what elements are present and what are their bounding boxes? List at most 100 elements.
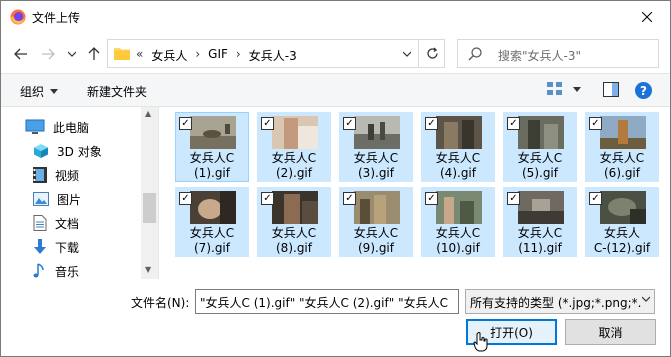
cancel-button-label: 取消 xyxy=(598,325,623,340)
file-item[interactable]: ✓ 女兵人C (5).gif xyxy=(503,112,577,182)
file-item[interactable]: ✓ 女兵人C (8).gif xyxy=(257,187,331,257)
sidebar-item-label: 下载 xyxy=(55,240,80,255)
navigation-bar: « 女兵人 › GIF › 女兵人-3 搜索"女兵人-3" xyxy=(1,33,670,73)
window-title: 文件上传 xyxy=(32,11,81,25)
selection-checkbox[interactable]: ✓ xyxy=(179,117,192,130)
sidebar-item-videos[interactable]: 视频 xyxy=(33,164,79,186)
breadcrumb-separator[interactable]: › xyxy=(195,47,200,64)
computer-icon xyxy=(25,119,45,134)
selection-checkbox[interactable]: ✓ xyxy=(589,192,602,205)
file-list: ✓ 女兵人C (1).gif ✓ 女兵人C (2).gif ✓ 女兵人C (3).gi… xyxy=(160,107,670,279)
search-input[interactable]: 搜索"女兵人-3" xyxy=(498,47,581,64)
help-button[interactable]: ? xyxy=(635,82,652,99)
close-button[interactable] xyxy=(624,1,670,33)
selection-checkbox[interactable]: ✓ xyxy=(589,117,602,130)
file-upload-dialog: 文件上传 « 女兵人 › GIF › 女兵人-3 搜索"女兵人-3" 组织 新建… xyxy=(0,0,671,357)
selection-checkbox[interactable]: ✓ xyxy=(507,192,520,205)
file-name: 女兵人C (11).gif xyxy=(517,226,563,255)
file-thumbnail xyxy=(354,191,400,224)
file-thumbnail xyxy=(600,116,646,149)
search-box[interactable]: 搜索"女兵人-3" xyxy=(457,39,659,68)
change-view-button[interactable] xyxy=(547,82,581,96)
file-item[interactable]: ✓ 女兵人C (7).gif xyxy=(175,187,249,257)
file-item[interactable]: ✓ 女兵人 C-(12).gif xyxy=(585,187,659,257)
file-type-select[interactable]: 所有支持的类型 (*.jpg;*.png;*. xyxy=(465,289,655,314)
selection-checkbox[interactable]: ✓ xyxy=(425,117,438,130)
filename-label: 文件名(N): xyxy=(131,296,190,310)
file-item[interactable]: ✓ 女兵人C (4).gif xyxy=(421,112,495,182)
chevron-down-icon xyxy=(68,51,76,57)
back-button[interactable] xyxy=(10,43,32,65)
selection-checkbox[interactable]: ✓ xyxy=(425,192,438,205)
scroll-up-icon[interactable]: ▲ xyxy=(145,109,151,118)
breadcrumb-item-current[interactable]: 女兵人-3 xyxy=(249,47,297,64)
file-item[interactable]: ✓ 女兵人C (3).gif xyxy=(339,112,413,182)
selection-checkbox[interactable]: ✓ xyxy=(261,117,274,130)
arrow-left-icon xyxy=(14,48,27,60)
sidebar-item-3d-objects[interactable]: 3D 对象 xyxy=(33,140,102,162)
sidebar-item-downloads[interactable]: 下载 xyxy=(33,236,79,258)
file-name: 女兵人C (7).gif xyxy=(189,226,235,255)
file-name: 女兵人C (8).gif xyxy=(271,226,317,255)
selection-checkbox[interactable]: ✓ xyxy=(343,117,356,130)
sidebar-item-label: 3D 对象 xyxy=(57,144,102,159)
up-button[interactable] xyxy=(83,43,105,65)
selection-checkbox[interactable]: ✓ xyxy=(507,117,520,130)
breadcrumb-overflow[interactable]: « xyxy=(136,47,143,64)
file-item[interactable]: ✓ 女兵人C (11).gif xyxy=(503,187,577,257)
organize-button[interactable]: 组织 xyxy=(20,83,59,100)
close-icon xyxy=(642,12,652,22)
sidebar-scrollbar[interactable]: ▲ ▼ xyxy=(141,107,158,279)
selection-checkbox[interactable]: ✓ xyxy=(261,192,274,205)
address-bar[interactable]: « 女兵人 › GIF › 女兵人-3 xyxy=(107,39,445,68)
address-history-button[interactable] xyxy=(396,40,418,67)
navigation-pane: 此电脑 3D 对象 视频 图片 文档 下载 音乐 ▲ ▼ xyxy=(1,107,159,279)
file-name: 女兵人C (10).gif xyxy=(435,226,481,255)
recent-locations-button[interactable] xyxy=(61,43,83,65)
view-options-icon xyxy=(547,82,562,95)
sidebar-item-label: 此电脑 xyxy=(53,120,90,135)
breadcrumb-separator[interactable]: › xyxy=(236,47,241,64)
file-thumbnail xyxy=(518,116,564,149)
pictures-icon xyxy=(33,192,49,206)
breadcrumb-item-women-soldiers[interactable]: 女兵人 xyxy=(151,47,187,64)
file-item[interactable]: ✓ 女兵人C (9).gif xyxy=(339,187,413,257)
selection-checkbox[interactable]: ✓ xyxy=(343,192,356,205)
arrow-right-icon xyxy=(42,48,55,60)
file-name: 女兵人C (1).gif xyxy=(189,151,235,180)
sidebar-item-documents[interactable]: 文档 xyxy=(33,212,79,234)
selection-checkbox[interactable]: ✓ xyxy=(179,192,192,205)
refresh-icon xyxy=(426,47,438,59)
scroll-down-icon[interactable]: ▼ xyxy=(145,265,151,274)
file-item[interactable]: ✓ 女兵人C (2).gif xyxy=(257,112,331,182)
folder-icon xyxy=(114,46,130,60)
file-name: 女兵人 C-(12).gif xyxy=(593,226,651,255)
caret-down-icon xyxy=(50,89,59,94)
file-item[interactable]: ✓ 女兵人C (10).gif xyxy=(421,187,495,257)
file-item[interactable]: ✓ 女兵人C (1).gif xyxy=(175,112,249,182)
scrollbar-thumb[interactable] xyxy=(143,193,156,223)
breadcrumb-item-gif[interactable]: GIF xyxy=(208,47,228,64)
file-thumbnail xyxy=(190,116,236,149)
chevron-down-icon xyxy=(403,51,411,57)
organize-label: 组织 xyxy=(20,85,45,99)
sidebar-item-music[interactable]: 音乐 xyxy=(33,260,79,282)
file-name: 女兵人C (3).gif xyxy=(353,151,399,180)
file-type-value: 所有支持的类型 (*.jpg;*.png;*. xyxy=(470,296,642,310)
new-folder-button[interactable]: 新建文件夹 xyxy=(87,83,147,100)
search-icon xyxy=(468,47,482,64)
refresh-button[interactable] xyxy=(418,40,445,67)
preview-pane-icon xyxy=(603,82,619,97)
filename-input[interactable]: "女兵人C (1).gif" "女兵人C (2).gif" "女兵人C xyxy=(195,289,459,314)
file-thumbnail xyxy=(436,191,482,224)
sidebar-item-this-pc[interactable]: 此电脑 xyxy=(25,116,89,138)
cancel-button[interactable]: 取消 xyxy=(565,319,656,345)
forward-button[interactable] xyxy=(37,43,59,65)
caret-down-icon xyxy=(573,86,581,92)
file-thumbnail xyxy=(436,116,482,149)
file-thumbnail xyxy=(354,116,400,149)
file-item[interactable]: ✓ 女兵人C (6).gif xyxy=(585,112,659,182)
preview-pane-button[interactable] xyxy=(603,82,619,100)
file-thumbnail xyxy=(272,116,318,149)
sidebar-item-pictures[interactable]: 图片 xyxy=(33,188,81,210)
